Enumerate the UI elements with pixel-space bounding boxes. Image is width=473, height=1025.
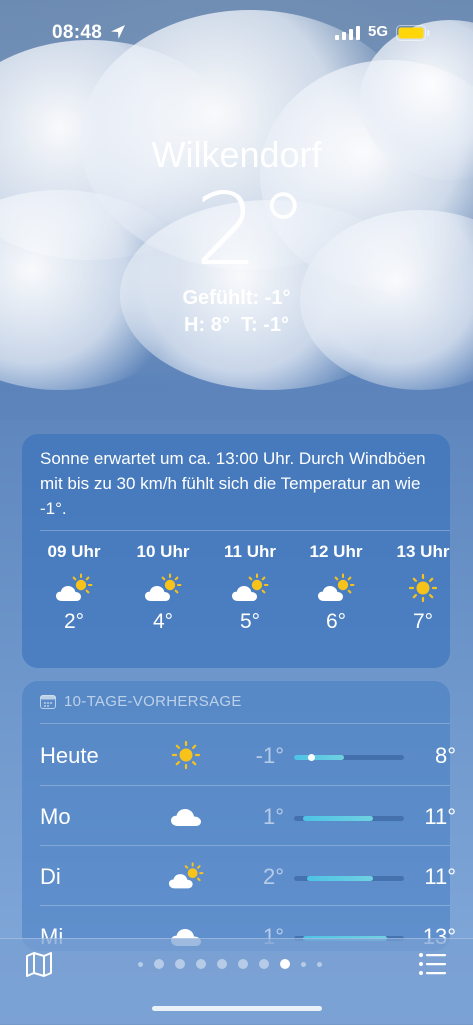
forecast-high: 11° (424, 804, 456, 829)
bottom-toolbar (0, 938, 473, 1025)
temperature-range-bar (294, 816, 404, 821)
hour-label: 12 Uhr (309, 542, 363, 561)
hourly-strip[interactable]: 09 Uhr 2° 10 Uhr 4° 11 Uhr 5° 12 Uhr 6° … (22, 542, 450, 662)
status-time: 08:48 (52, 22, 103, 43)
calendar-icon (40, 695, 56, 709)
forecast-header: 10-TAGE-VORHERSAGE (40, 693, 242, 710)
hour-item: 13 Uhr 7° (383, 542, 463, 634)
forecast-row-mo[interactable]: Mo 1° 11° (40, 786, 456, 846)
partly-cloudy-sun-icon (144, 573, 182, 603)
partly-cloudy-sun-icon (317, 573, 355, 603)
network-type: 5G (368, 23, 389, 40)
cloud-icon (171, 809, 201, 826)
page-dot (317, 961, 322, 967)
hour-label: 13 Uhr (396, 542, 450, 561)
page-dot (280, 959, 290, 969)
page-dot (175, 959, 185, 969)
forecast-row-today[interactable]: Heute -1° 8° (40, 725, 456, 785)
forecast-low: 2° (262, 864, 284, 889)
hour-label: 11 Uhr (224, 542, 276, 561)
forecast-day: Di (40, 864, 61, 889)
page-dot (196, 959, 206, 969)
current-temp-marker (307, 754, 315, 761)
hour-label: 09 Uhr (47, 542, 101, 561)
forecast-row-di[interactable]: Di 2° 11° (40, 846, 456, 906)
hour-temp: 2° (63, 610, 85, 633)
page-dot (238, 959, 248, 969)
forecast-high: 8° (434, 743, 456, 768)
hour-item: 09 Uhr 2° (34, 542, 114, 634)
hour-item: 10 Uhr 4° (123, 542, 203, 634)
page-dot (301, 961, 306, 967)
partly-cloudy-sun-icon (55, 573, 93, 603)
hour-temp: 6° (325, 610, 347, 633)
page-dot (154, 959, 164, 969)
high-low: H: 8° T: -1° (184, 314, 289, 336)
hour-temp: 7° (412, 610, 434, 633)
page-dot (259, 959, 269, 969)
partly-cloudy-sun-icon (231, 573, 269, 603)
forecast-day: Heute (40, 743, 99, 768)
page-dot (138, 961, 143, 967)
list-icon[interactable] (418, 951, 448, 977)
home-indicator[interactable] (152, 1006, 322, 1011)
hour-item: 12 Uhr 6° (296, 542, 376, 634)
hour-temp: 5° (239, 610, 261, 633)
feels-like: Gefühlt: -1° (182, 287, 291, 309)
hour-label: 10 Uhr (136, 542, 190, 561)
temperature-range-bar (294, 754, 404, 761)
forecast-low: 1° (262, 804, 284, 829)
page-dot (217, 959, 227, 969)
partly-cloudy-sun-icon (168, 862, 204, 890)
current-temperature: 2° (194, 171, 309, 288)
battery-icon (396, 25, 430, 41)
divider (40, 530, 450, 531)
hour-temp: 4° (152, 610, 174, 633)
hour-item: 11 Uhr 5° (210, 542, 290, 634)
hourly-forecast-card[interactable]: Sonne erwartet um ca. 13:00 Uhr. Durch W… (22, 434, 450, 668)
map-icon[interactable] (24, 949, 54, 979)
forecast-day: Mo (40, 804, 71, 829)
forecast-title: 10-TAGE-VORHERSAGE (64, 693, 242, 710)
ten-day-forecast-card[interactable]: 10-TAGE-VORHERSAGE Heute -1° 8° Mo 1° 11… (22, 681, 456, 951)
forecast-summary: Sonne erwartet um ca. 13:00 Uhr. Durch W… (40, 449, 426, 518)
page-indicator[interactable] (138, 959, 322, 969)
location-arrow-icon (111, 25, 125, 39)
status-bar: 08:48 5G (0, 20, 473, 48)
forecast-low: -1° (255, 743, 284, 768)
temperature-range-bar (294, 876, 404, 881)
sun-icon (171, 740, 201, 770)
divider (40, 723, 450, 724)
forecast-high: 11° (424, 864, 456, 889)
sun-icon (408, 573, 438, 603)
cellular-signal-icon (335, 26, 360, 40)
